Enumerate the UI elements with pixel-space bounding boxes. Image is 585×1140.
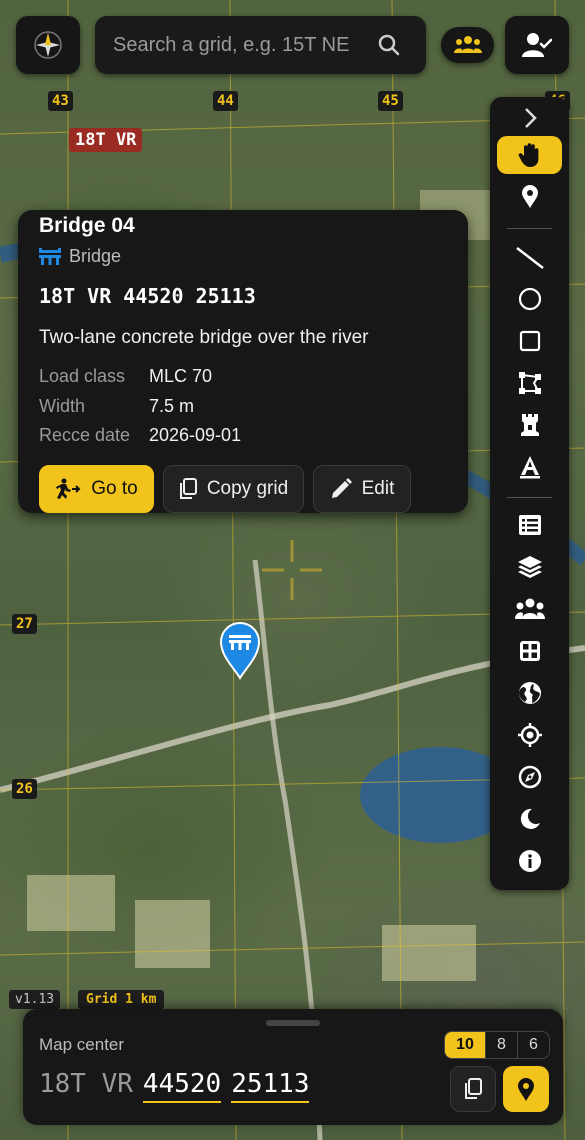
tool-sidebar (490, 97, 569, 890)
attribute-key: Width (39, 396, 86, 416)
precision-option[interactable]: 10 (445, 1032, 485, 1058)
tool-locate[interactable] (497, 716, 562, 754)
easting-label: 45 (378, 91, 403, 111)
collapse-toolbar-button[interactable] (497, 99, 562, 137)
popup-description: Two-lane concrete bridge over the river (39, 327, 369, 348)
grid-zone: 18T VR (39, 1069, 133, 1099)
polygon-icon (518, 372, 541, 394)
popup-title: Bridge 04 (39, 214, 135, 237)
toolbar-divider (507, 497, 552, 498)
attribute-row: Width 7.5 m (39, 396, 194, 417)
copy-coordinates-button[interactable] (450, 1066, 496, 1112)
goto-button[interactable]: Go to (39, 465, 154, 513)
team-icon (514, 598, 545, 619)
copy-icon (465, 1078, 482, 1099)
tool-place-tower[interactable] (497, 406, 562, 444)
tool-globe[interactable] (497, 674, 562, 712)
copy-icon (179, 478, 197, 499)
tool-draw-circle[interactable] (497, 280, 562, 318)
compass-icon (518, 765, 541, 789)
user-check-icon (522, 33, 552, 57)
bridge-icon (39, 247, 61, 265)
walk-to-icon (56, 478, 81, 499)
tool-list[interactable] (497, 506, 562, 544)
edit-button[interactable]: Edit (313, 465, 411, 513)
tool-compass[interactable] (497, 758, 562, 796)
tool-text-label[interactable] (497, 448, 562, 486)
globe-icon (518, 682, 541, 704)
list-icon (518, 515, 541, 535)
feature-popup: Bridge 04 Bridge 18T VR 44520 25113 Two-… (18, 210, 468, 513)
toolbar-divider (507, 228, 552, 229)
compass-button[interactable] (16, 16, 80, 74)
bridge-marker-icon[interactable] (220, 622, 260, 680)
map-pin-icon (518, 1078, 534, 1101)
tool-layers[interactable] (497, 548, 562, 586)
moon-icon (520, 808, 540, 829)
version-badge: v1.13 (9, 990, 61, 1009)
tool-draw-line[interactable] (497, 239, 562, 277)
attribute-row: Load class MLC 70 (39, 366, 212, 387)
tool-teams[interactable] (497, 590, 562, 628)
easting-label: 44 (213, 91, 238, 111)
popup-category: Bridge (39, 246, 121, 267)
popup-category-label: Bridge (69, 246, 122, 266)
grid-scale-badge: Grid 1 km (78, 990, 165, 1009)
zone-label: 18T VR (69, 128, 143, 152)
map-center-panel: Map center 18T VR 44520 25113 10 8 6 (23, 1009, 563, 1125)
easting-label: 43 (48, 91, 73, 111)
tool-draw-polygon[interactable] (497, 364, 562, 402)
attribute-value: MLC 70 (149, 366, 213, 386)
precision-option[interactable]: 8 (485, 1032, 517, 1058)
precision-selector: 10 8 6 (444, 1031, 550, 1059)
layers-icon (517, 556, 542, 578)
attribute-key: Recce date (39, 425, 131, 445)
map-center-coordinates: 18T VR 44520 25113 (39, 1069, 310, 1103)
popup-grid-reference: 18T VR 44520 25113 (39, 284, 256, 308)
chevron-right-icon (524, 108, 537, 128)
team-icon (453, 36, 482, 53)
tool-grid[interactable] (497, 632, 562, 670)
attribute-value: 2026-09-01 (149, 425, 242, 445)
northing-value[interactable]: 25113 (231, 1069, 310, 1103)
northing-label: 26 (12, 779, 37, 799)
circle-icon (518, 287, 541, 311)
tool-night-mode[interactable] (497, 800, 562, 838)
drop-pin-button[interactable] (503, 1066, 549, 1112)
tool-draw-rectangle[interactable] (497, 322, 562, 360)
profile-button[interactable] (505, 16, 569, 74)
tool-pan[interactable] (497, 136, 562, 174)
attribute-key: Load class (39, 366, 126, 386)
northing-label: 27 (12, 614, 37, 634)
tower-icon (520, 414, 539, 436)
compass-rose-icon (34, 31, 62, 59)
grid-icon (519, 641, 540, 661)
search-input[interactable] (113, 33, 353, 57)
map-pin-icon (521, 185, 538, 208)
precision-option[interactable]: 6 (517, 1032, 549, 1058)
info-icon (518, 850, 541, 872)
search-bar[interactable] (95, 16, 426, 74)
copy-grid-button[interactable]: Copy grid (163, 465, 304, 513)
hand-icon (518, 143, 538, 167)
line-icon (515, 247, 544, 269)
crosshair-icon (262, 540, 322, 600)
edit-label: Edit (361, 478, 395, 499)
map-center-label: Map center (39, 1035, 125, 1054)
attribute-value: 7.5 m (149, 396, 195, 416)
team-button[interactable] (441, 27, 494, 63)
text-icon (519, 456, 540, 479)
search-icon[interactable] (377, 33, 401, 57)
pencil-icon (331, 478, 352, 498)
drag-handle[interactable] (266, 1020, 320, 1026)
copy-grid-label: Copy grid (206, 478, 289, 499)
square-icon (519, 330, 540, 352)
easting-value[interactable]: 44520 (142, 1069, 222, 1103)
locate-icon (517, 723, 542, 747)
tool-place-pin[interactable] (497, 177, 562, 215)
goto-label: Go to (91, 478, 138, 499)
attribute-row: Recce date 2026-09-01 (39, 425, 241, 446)
tool-info[interactable] (497, 842, 562, 880)
